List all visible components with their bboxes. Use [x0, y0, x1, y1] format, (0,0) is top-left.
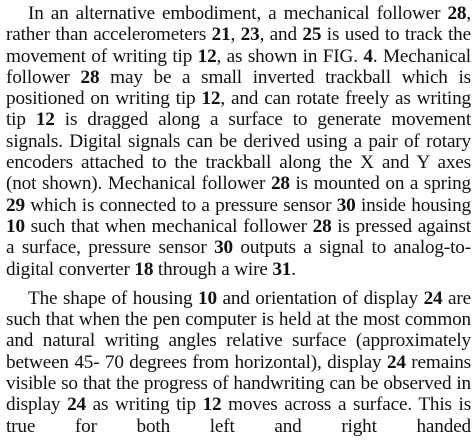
reference-numeral: 28	[313, 216, 332, 237]
reference-numeral: 25	[302, 24, 321, 45]
paragraph-housing-display: The shape of housing 10 and orientation …	[6, 288, 471, 437]
reference-numeral: 12	[36, 109, 55, 130]
reference-numeral: 30	[337, 195, 356, 216]
reference-numeral: 12	[201, 88, 220, 109]
reference-numeral: 12	[203, 394, 222, 415]
reference-numeral: 24	[424, 288, 443, 309]
reference-numeral: 31	[272, 259, 291, 280]
reference-numeral: 18	[134, 259, 153, 280]
reference-numeral: 24	[387, 352, 406, 373]
reference-numeral: 21	[212, 24, 231, 45]
reference-numeral: 4	[363, 46, 372, 67]
reference-numeral: 28	[271, 173, 290, 194]
reference-numeral: 28	[447, 3, 466, 24]
reference-numeral: 10	[198, 288, 217, 309]
reference-numeral: 24	[67, 394, 86, 415]
reference-numeral: 10	[6, 216, 25, 237]
reference-numeral: 29	[6, 195, 25, 216]
reference-numeral: 12	[198, 46, 217, 67]
paragraph-mechanical-follower: In an alternative embodiment, a mechanic…	[6, 3, 471, 280]
reference-numeral: 30	[214, 237, 233, 258]
reference-numeral: 28	[81, 67, 100, 88]
document-page: In an alternative embodiment, a mechanic…	[6, 3, 471, 437]
reference-numeral: 23	[241, 24, 260, 45]
